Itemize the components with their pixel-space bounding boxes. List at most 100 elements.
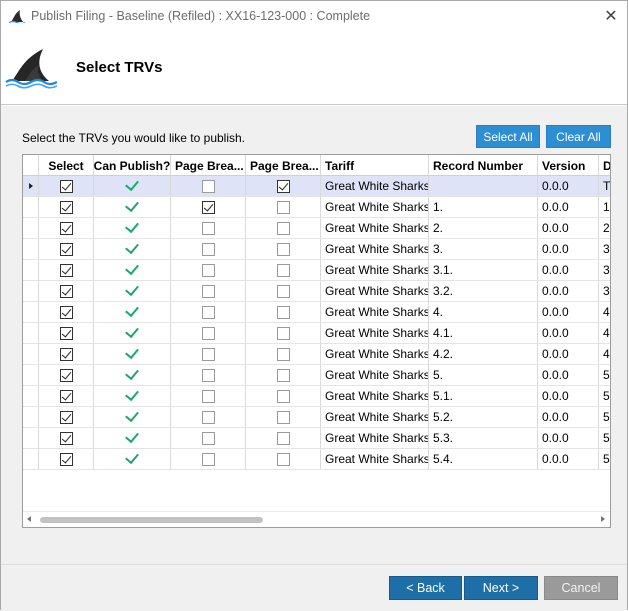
page-break-2-cell — [246, 218, 321, 238]
page-break-1-checkbox[interactable] — [201, 347, 215, 361]
d-cell: 3 — [599, 260, 610, 280]
page-break-1-checkbox[interactable] — [201, 431, 215, 445]
page-break-1-checkbox[interactable] — [201, 221, 215, 235]
select-cell — [39, 302, 94, 322]
close-button[interactable]: ✕ — [595, 1, 627, 31]
select-cell — [39, 218, 94, 238]
page-break-1-checkbox[interactable] — [201, 326, 215, 340]
scroll-right-icon[interactable] — [601, 516, 605, 522]
select-checkbox[interactable] — [59, 452, 73, 466]
table-row[interactable]: Great White Sharks 3.2. 0.0.0 3 — [23, 281, 610, 302]
table-row[interactable]: Great White Sharks 5.4. 0.0.0 5 — [23, 449, 610, 470]
column-header-record-number[interactable]: Record Number — [429, 155, 538, 176]
page-break-2-checkbox[interactable] — [276, 284, 290, 298]
table-row[interactable]: Great White Sharks 5.2. 0.0.0 5 — [23, 407, 610, 428]
page-break-2-checkbox[interactable] — [276, 179, 290, 193]
record-number-cell: 5.2. — [429, 407, 538, 427]
page-break-2-checkbox[interactable] — [276, 368, 290, 382]
row-indicator — [23, 407, 39, 427]
page-break-1-checkbox[interactable] — [201, 452, 215, 466]
table-row[interactable]: Great White Sharks 0.0.0 T — [23, 176, 610, 197]
select-checkbox[interactable] — [59, 347, 73, 361]
column-header-tariff[interactable]: Tariff — [321, 155, 429, 176]
page-break-2-checkbox[interactable] — [276, 263, 290, 277]
window-title: Publish Filing - Baseline (Refiled) : XX… — [31, 9, 371, 23]
table-row[interactable]: Great White Sharks 3. 0.0.0 3 — [23, 239, 610, 260]
page-break-2-cell — [246, 281, 321, 301]
select-checkbox[interactable] — [59, 200, 73, 214]
table-row[interactable]: Great White Sharks 5. 0.0.0 5 — [23, 365, 610, 386]
table-row[interactable]: Great White Sharks 5.3. 0.0.0 5 — [23, 428, 610, 449]
clear-all-button[interactable]: Clear All — [546, 125, 611, 148]
table-row[interactable]: Great White Sharks 2. 0.0.0 2 — [23, 218, 610, 239]
column-header-d[interactable]: D — [599, 155, 610, 176]
page-break-1-checkbox[interactable] — [201, 368, 215, 382]
title-bar: Publish Filing - Baseline (Refiled) : XX… — [1, 1, 627, 33]
page-break-2-checkbox[interactable] — [276, 389, 290, 403]
check-icon — [125, 176, 139, 192]
page-break-2-cell — [246, 239, 321, 259]
page-break-2-checkbox[interactable] — [276, 452, 290, 466]
table-row[interactable]: Great White Sharks 5.1. 0.0.0 5 — [23, 386, 610, 407]
column-header-can-publish[interactable]: Can Publish? — [94, 155, 171, 176]
page-break-1-checkbox[interactable] — [201, 179, 215, 193]
page-break-1-checkbox[interactable] — [201, 284, 215, 298]
page-break-1-checkbox[interactable] — [201, 305, 215, 319]
select-all-button[interactable]: Select All — [476, 125, 540, 148]
page-break-2-checkbox[interactable] — [276, 242, 290, 256]
page-break-2-checkbox[interactable] — [276, 305, 290, 319]
page-break-2-checkbox[interactable] — [276, 221, 290, 235]
tariff-cell: Great White Sharks — [321, 260, 429, 280]
record-number-cell: 5.1. — [429, 386, 538, 406]
table-row[interactable]: Great White Sharks 4. 0.0.0 4 — [23, 302, 610, 323]
select-checkbox[interactable] — [59, 263, 73, 277]
check-icon — [125, 365, 139, 381]
page-break-2-checkbox[interactable] — [276, 431, 290, 445]
select-checkbox[interactable] — [59, 221, 73, 235]
select-checkbox[interactable] — [59, 242, 73, 256]
select-checkbox[interactable] — [59, 326, 73, 340]
d-cell: 5 — [599, 386, 610, 406]
cancel-button[interactable]: Cancel — [544, 576, 618, 600]
row-indicator — [23, 428, 39, 448]
can-publish-cell — [94, 218, 171, 238]
column-header-page-break-2[interactable]: Page Brea... — [246, 155, 321, 176]
tariff-cell: Great White Sharks — [321, 449, 429, 469]
column-header-page-break-1[interactable]: Page Brea... — [171, 155, 246, 176]
page-break-2-checkbox[interactable] — [276, 410, 290, 424]
version-cell: 0.0.0 — [538, 449, 599, 469]
select-checkbox[interactable] — [59, 284, 73, 298]
table-row[interactable]: Great White Sharks 4.1. 0.0.0 4 — [23, 323, 610, 344]
scroll-left-icon[interactable] — [27, 516, 31, 522]
back-button[interactable]: < Back — [389, 576, 462, 600]
column-header-select[interactable]: Select — [39, 155, 94, 176]
page-break-1-checkbox[interactable] — [201, 410, 215, 424]
select-checkbox[interactable] — [59, 389, 73, 403]
scrollbar-thumb[interactable] — [40, 517, 263, 523]
select-checkbox[interactable] — [59, 410, 73, 424]
record-number-cell — [429, 176, 538, 196]
next-button[interactable]: Next > — [464, 576, 538, 600]
page-break-2-checkbox[interactable] — [276, 347, 290, 361]
page-break-2-checkbox[interactable] — [276, 326, 290, 340]
page-break-1-checkbox[interactable] — [201, 200, 215, 214]
page-break-1-checkbox[interactable] — [201, 389, 215, 403]
column-header-version[interactable]: Version — [538, 155, 599, 176]
select-checkbox[interactable] — [59, 368, 73, 382]
page-break-2-checkbox[interactable] — [276, 200, 290, 214]
version-cell: 0.0.0 — [538, 386, 599, 406]
select-checkbox[interactable] — [59, 179, 73, 193]
select-checkbox[interactable] — [59, 305, 73, 319]
page-break-1-checkbox[interactable] — [201, 263, 215, 277]
page-break-2-cell — [246, 176, 321, 196]
version-cell: 0.0.0 — [538, 302, 599, 322]
table-row[interactable]: Great White Sharks 4.2. 0.0.0 4 — [23, 344, 610, 365]
page-break-2-cell — [246, 197, 321, 217]
trv-grid[interactable]: Select Can Publish? Page Brea... Page Br… — [22, 154, 611, 528]
horizontal-scrollbar[interactable] — [23, 511, 610, 527]
page-break-1-checkbox[interactable] — [201, 242, 215, 256]
select-cell — [39, 260, 94, 280]
select-checkbox[interactable] — [59, 431, 73, 445]
table-row[interactable]: Great White Sharks 3.1. 0.0.0 3 — [23, 260, 610, 281]
table-row[interactable]: Great White Sharks 1. 0.0.0 1 — [23, 197, 610, 218]
